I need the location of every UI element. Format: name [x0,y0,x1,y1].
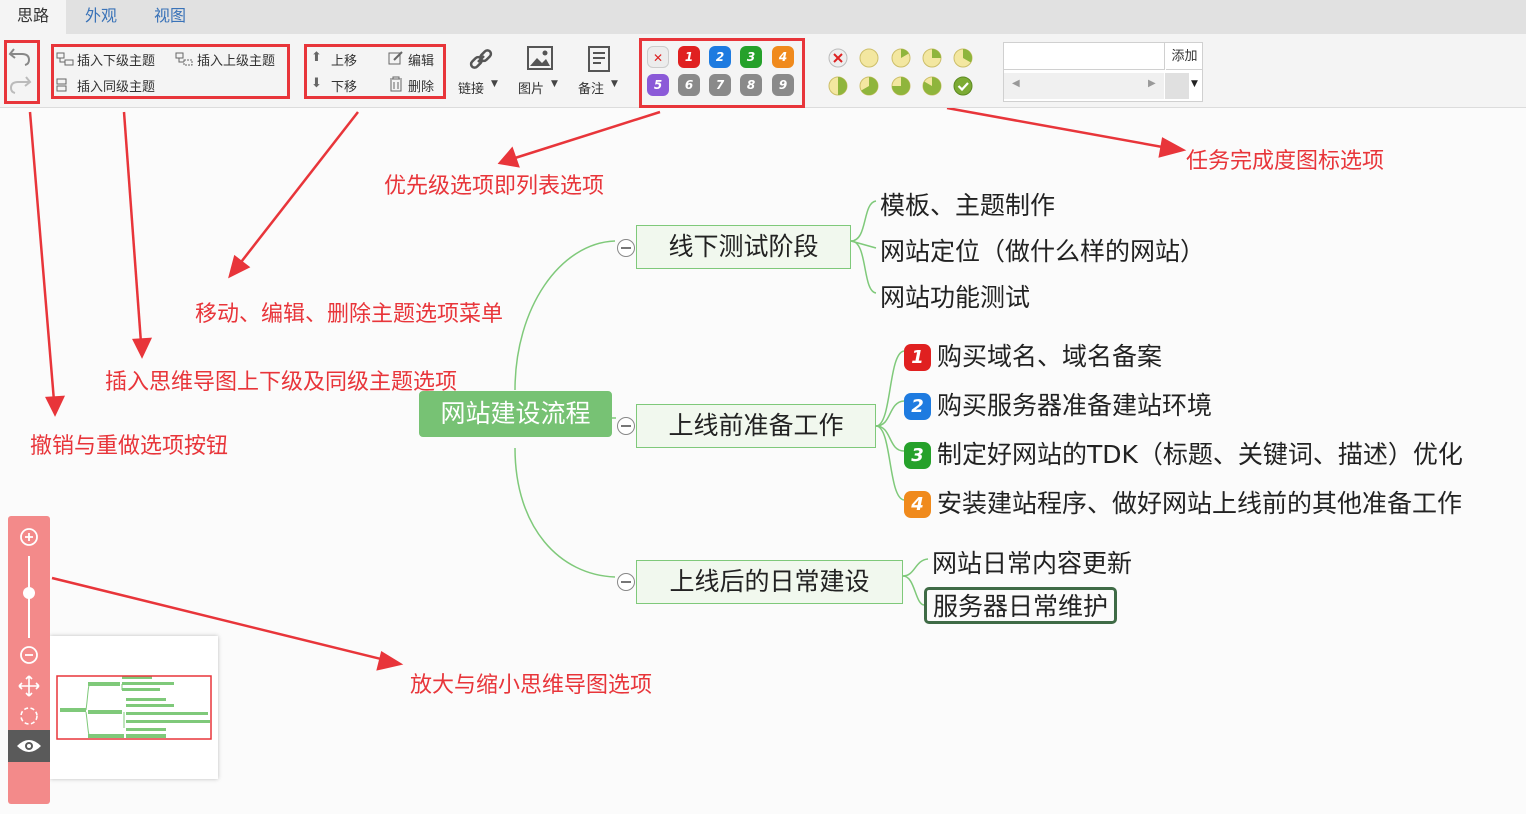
note-icon[interactable] [588,46,610,72]
priority-highlight [639,38,805,108]
image-button[interactable]: 图片 [518,78,544,97]
tab-bar: 思路 外观 视图 [0,0,1526,34]
move-icon[interactable] [18,675,40,697]
resource-input[interactable] [1004,43,1165,70]
root-node[interactable]: 网站建设流程 [419,391,612,437]
leaf-1-1[interactable]: 模板、主题制作 [880,186,1055,222]
tab-idea[interactable]: 思路 [0,0,66,34]
annotation-undo-redo: 撤销与重做选项按钮 [30,434,229,459]
move-edit-highlight [304,44,446,99]
branch-node-3[interactable]: 上线后的日常建设 [636,560,903,604]
priority-3-badge: 3 [904,442,931,469]
scroll-left-icon[interactable]: ◀ [1012,78,1020,89]
progress-2-icon[interactable] [922,48,942,68]
link-button[interactable]: 链接 [458,78,484,97]
progress-1-icon[interactable] [891,48,911,68]
minimap-preview [56,675,212,740]
branch-node-2[interactable]: 上线前准备工作 [636,404,876,448]
zoom-out-icon[interactable] [19,645,39,665]
undo-redo-highlight [4,40,40,104]
collapse-icon[interactable] [617,239,635,257]
chevron-down-icon[interactable]: ▼ [611,79,618,89]
tab-view[interactable]: 视图 [136,0,204,34]
note-button[interactable]: 备注 [578,78,604,97]
leaf-text: 安装建站程序、做好网站上线前的其他准备工作 [937,489,1463,518]
leaf-2-2[interactable]: 2 购买服务器准备建站环境 [904,386,1212,422]
leaf-2-4[interactable]: 4 安装建站程序、做好网站上线前的其他准备工作 [904,484,1462,520]
collapse-icon[interactable] [617,417,635,435]
horizontal-scrollbar[interactable]: ◀ ▶ [1004,73,1164,99]
leaf-text: 购买服务器准备建站环境 [937,391,1213,420]
minimap[interactable] [50,636,218,779]
resource-panel: 添加 ◀ ▶ ▼ [1003,42,1203,102]
eye-toggle[interactable] [8,730,50,762]
leaf-2-3[interactable]: 3 制定好网站的TDK（标题、关键词、描述）优化 [904,435,1463,471]
priority-1-badge: 1 [904,344,931,371]
annotation-zoom: 放大与缩小思维导图选项 [410,673,653,698]
zoom-in-icon[interactable] [19,527,39,547]
collapse-icon[interactable] [617,573,635,591]
leaf-1-2[interactable]: 网站定位（做什么样的网站） [880,232,1205,268]
zoom-slider-handle[interactable] [23,587,35,599]
leaf-text: 制定好网站的TDK（标题、关键词、描述）优化 [937,440,1463,469]
scroll-corner [1165,73,1189,99]
chevron-down-icon[interactable]: ▼ [491,79,498,89]
scroll-right-icon[interactable]: ▶ [1148,78,1156,89]
leaf-3-2-selected[interactable]: 服务器日常维护 [924,587,1118,624]
annotation-move-edit: 移动、编辑、删除主题选项菜单 [195,302,504,327]
progress-7-icon[interactable] [922,76,942,96]
dropdown-icon[interactable]: ▼ [1191,79,1198,89]
progress-6-icon[interactable] [891,76,911,96]
toolbar: 插入下级主题 插入上级主题 插入同级主题 ⬆ 上移 ⬇ 下移 编辑 删除 链接 … [0,34,1526,108]
annotation-priority: 优先级选项即列表选项 [384,174,605,199]
leaf-2-1[interactable]: 1 购买域名、域名备案 [904,337,1162,373]
zoom-toolbar [8,516,50,804]
mindmap-canvas[interactable]: 网站建设流程 线下测试阶段 模板、主题制作 网站定位（做什么样的网站） 网站功能… [0,108,1526,814]
branch-node-1[interactable]: 线下测试阶段 [636,225,851,269]
annotation-insert: 插入思维导图上下级及同级主题选项 [105,370,458,395]
chevron-down-icon[interactable]: ▼ [551,79,558,89]
image-icon[interactable] [527,46,553,70]
progress-done-icon[interactable] [953,76,973,96]
leaf-3-1[interactable]: 网站日常内容更新 [932,544,1132,580]
progress-5-icon[interactable] [859,76,879,96]
eye-icon[interactable] [16,737,42,755]
priority-4-badge: 4 [904,491,931,518]
add-button[interactable]: 添加 [1166,43,1203,70]
leaf-text: 购买域名、域名备案 [937,342,1163,371]
annotation-progress: 任务完成度图标选项 [1186,149,1385,174]
link-icon[interactable] [468,46,494,72]
progress-4-icon[interactable] [828,76,848,96]
priority-2-badge: 2 [904,393,931,420]
insert-highlight [51,44,290,99]
leaf-1-3[interactable]: 网站功能测试 [880,278,1030,314]
remove-progress-icon[interactable] [828,48,848,68]
locate-icon[interactable] [18,705,40,727]
tab-appearance[interactable]: 外观 [66,0,136,34]
progress-3-icon[interactable] [953,48,973,68]
progress-0-icon[interactable] [859,48,879,68]
